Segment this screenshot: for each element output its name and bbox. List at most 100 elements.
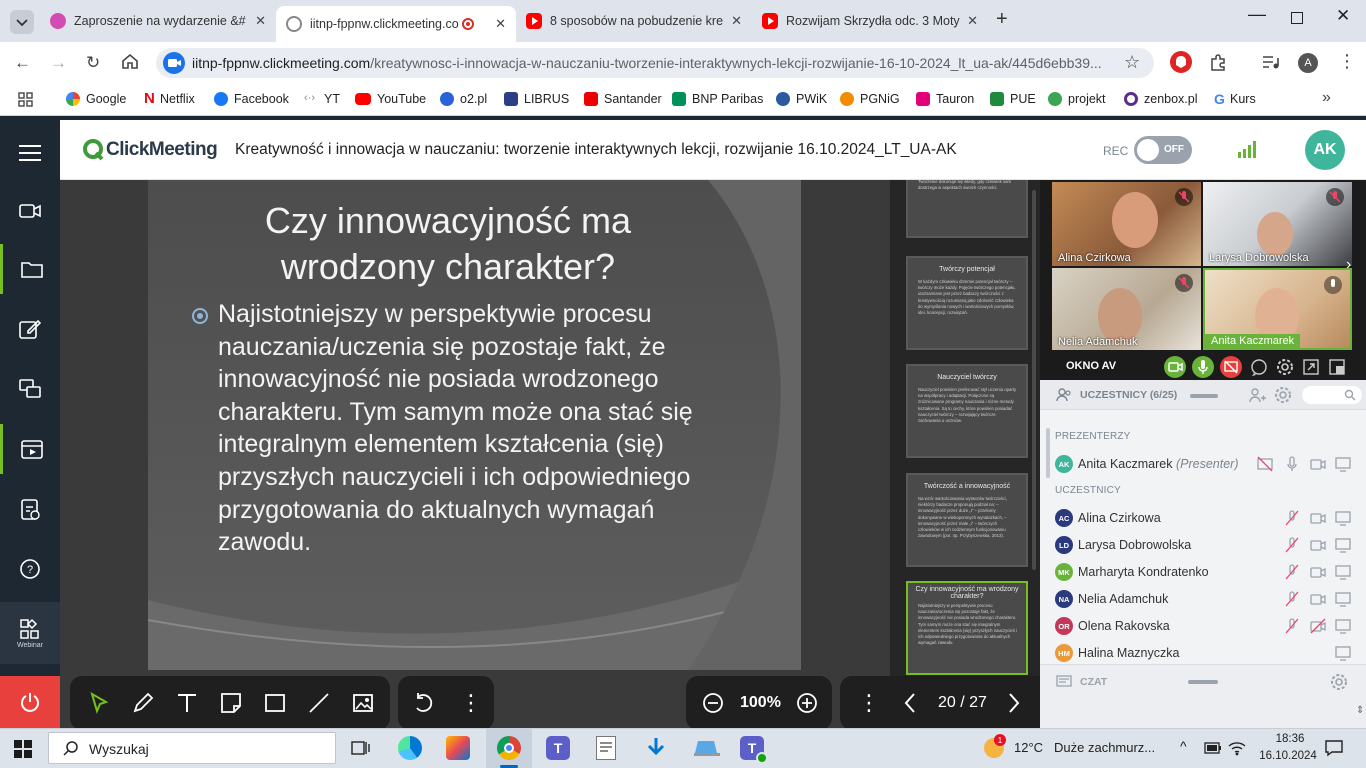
next-slide-button[interactable] [1006,692,1022,714]
tab-youtube-1[interactable]: 8 sposobów na pobudzenie kre ✕ [516,6,752,36]
slide-thumbnail-17[interactable]: Twórczy potencjał W każdym człowieku drz… [906,256,1028,350]
profile-avatar[interactable]: A [1298,53,1318,73]
participants-search-input[interactable] [1302,386,1362,404]
weather-temperature[interactable]: 12°C [1014,740,1043,755]
taskbar-search-input[interactable]: Wyszukaj [48,732,336,764]
bookmark-santander[interactable]: Santander [584,92,662,106]
bookmark-yt[interactable]: ‹·› YT [304,92,340,106]
undo-button[interactable] [412,692,434,714]
extensions-icon[interactable] [1209,53,1227,71]
clock-time[interactable]: 18:36 [1262,733,1318,745]
more-bookmarks-button[interactable]: » [1322,89,1331,107]
download-icon[interactable] [644,736,668,760]
mic-muted-icon[interactable] [1284,564,1300,580]
sidebar-item-whiteboard[interactable] [0,304,60,354]
camera-icon[interactable] [1310,537,1326,553]
rec-toggle[interactable]: OFF [1134,136,1192,164]
bookmark-netflix[interactable]: N Netflix [144,91,195,106]
screen-share-stop-button[interactable] [1220,356,1242,378]
bookmark-pgnig[interactable]: PGNiG [840,92,900,106]
leave-room-button[interactable] [0,676,60,728]
user-avatar[interactable]: AK [1305,130,1345,170]
monitor-icon[interactable] [1335,537,1351,553]
close-tab-button[interactable]: ✕ [255,13,266,29]
bookmark-google[interactable]: Google [66,92,126,106]
microphone-icon[interactable] [1284,456,1300,472]
menu-button[interactable] [0,128,60,178]
camera-icon[interactable] [1310,564,1326,580]
sidebar-item-qa[interactable]: ? [0,544,60,594]
sidebar-item-tests[interactable] [0,484,60,534]
popout-video-icon[interactable] [1328,358,1346,376]
panel-drag-handle[interactable] [1190,394,1218,398]
line-tool-button[interactable] [308,692,330,714]
task-view-icon[interactable] [350,738,370,758]
add-participant-icon[interactable] [1248,386,1266,404]
video-tile-nelia[interactable]: Nelia Adamchuk [1052,268,1201,350]
presenter-name[interactable]: Anita Kaczmarek (Presenter) [1078,457,1239,471]
mic-muted-icon[interactable] [1284,618,1300,634]
bookmark-kurs[interactable]: G Kurs [1214,92,1256,106]
reload-icon[interactable]: ↻ [86,53,100,73]
bookmark-projekt[interactable]: projekt [1048,92,1106,106]
sidebar-item-video[interactable] [0,424,60,474]
camera-icon[interactable] [1310,510,1326,526]
adblock-icon[interactable] [1170,51,1192,73]
close-tab-button[interactable]: ✕ [731,13,742,29]
chevron-right-icon[interactable]: › [1346,256,1351,274]
monitor-icon[interactable] [1335,510,1351,526]
monitor-icon[interactable] [1335,591,1351,607]
zoom-in-button[interactable] [796,692,818,714]
sticky-note-button[interactable] [220,692,242,714]
wifi-icon[interactable] [1228,740,1246,756]
sidebar-item-webinar[interactable]: Webinar [0,602,60,664]
tab-clickmeeting[interactable]: iitnp-fppnw.clickmeeting.co ✕ [276,6,516,42]
laptop-icon[interactable] [694,738,720,758]
chat-bubble-icon[interactable] [1250,358,1268,376]
image-tool-button[interactable] [352,692,374,714]
slide-options-icon[interactable]: ⋮ [858,690,880,716]
chat-settings-icon[interactable] [1330,673,1348,691]
thumbnails-scrollbar[interactable] [1032,190,1036,570]
apps-grid-icon[interactable] [18,92,34,108]
sidebar-item-screen-share[interactable] [0,364,60,414]
forward-icon[interactable]: → [50,53,67,73]
home-icon[interactable] [120,51,140,71]
notepad-icon[interactable] [596,736,616,760]
camera-icon[interactable] [1310,591,1326,607]
tab-invitation[interactable]: Zaproszenie na wydarzenie &# ✕ [40,6,276,36]
browser-menu-icon[interactable]: ⋮ [1338,51,1356,72]
teams-work-icon[interactable]: T [740,736,768,764]
pen-tool-button[interactable] [132,692,154,714]
prev-slide-button[interactable] [902,692,918,714]
edge-icon[interactable] [398,736,422,760]
close-window-button[interactable]: ✕ [1336,6,1350,26]
camera-icon[interactable] [1310,456,1326,472]
screen-share-off-icon[interactable] [1257,456,1273,472]
video-tile-larysa[interactable]: Larysa Dobrowolska [1203,182,1352,266]
maximize-button[interactable] [1291,12,1303,24]
tab-youtube-2[interactable]: Rozwijam Skrzydła odc. 3 Moty ✕ [752,6,988,36]
slide-thumbnail-18[interactable]: Nauczyciel twórczy Nauczyciel powinien p… [906,364,1028,458]
paint-icon[interactable] [446,736,470,760]
url-text[interactable]: iitnp-fppnw.clickmeeting.com/kreatywnosc… [192,55,1112,71]
bookmark-pwik[interactable]: PWiK [776,92,827,106]
slide-thumbnail-20[interactable]: Czy innowacyjność ma wrodzony charakter?… [906,581,1028,675]
more-options-icon[interactable]: ⋮ [460,690,482,716]
camera-off-icon[interactable] [1310,618,1326,634]
teams-icon[interactable]: T [546,736,570,760]
monitor-icon[interactable] [1335,564,1351,580]
chrome-taskbar-item[interactable] [486,728,532,768]
minimize-button[interactable]: — [1248,4,1266,25]
monitor-icon[interactable] [1335,456,1351,472]
weather-description[interactable]: Duże zachmurz... [1054,740,1162,755]
participants-scrollbar[interactable] [1046,428,1050,478]
bookmark-tauron[interactable]: Tauron [916,92,974,106]
windows-start-icon[interactable] [14,740,32,758]
chat-resize-icon[interactable]: ⇕ [1356,705,1364,716]
expand-video-icon[interactable] [1302,358,1320,376]
tray-chevron-up-icon[interactable]: ^ [1180,738,1187,754]
zoom-out-button[interactable] [702,692,724,714]
mic-muted-icon[interactable] [1284,537,1300,553]
bookmark-o2[interactable]: o2.pl [440,92,487,106]
